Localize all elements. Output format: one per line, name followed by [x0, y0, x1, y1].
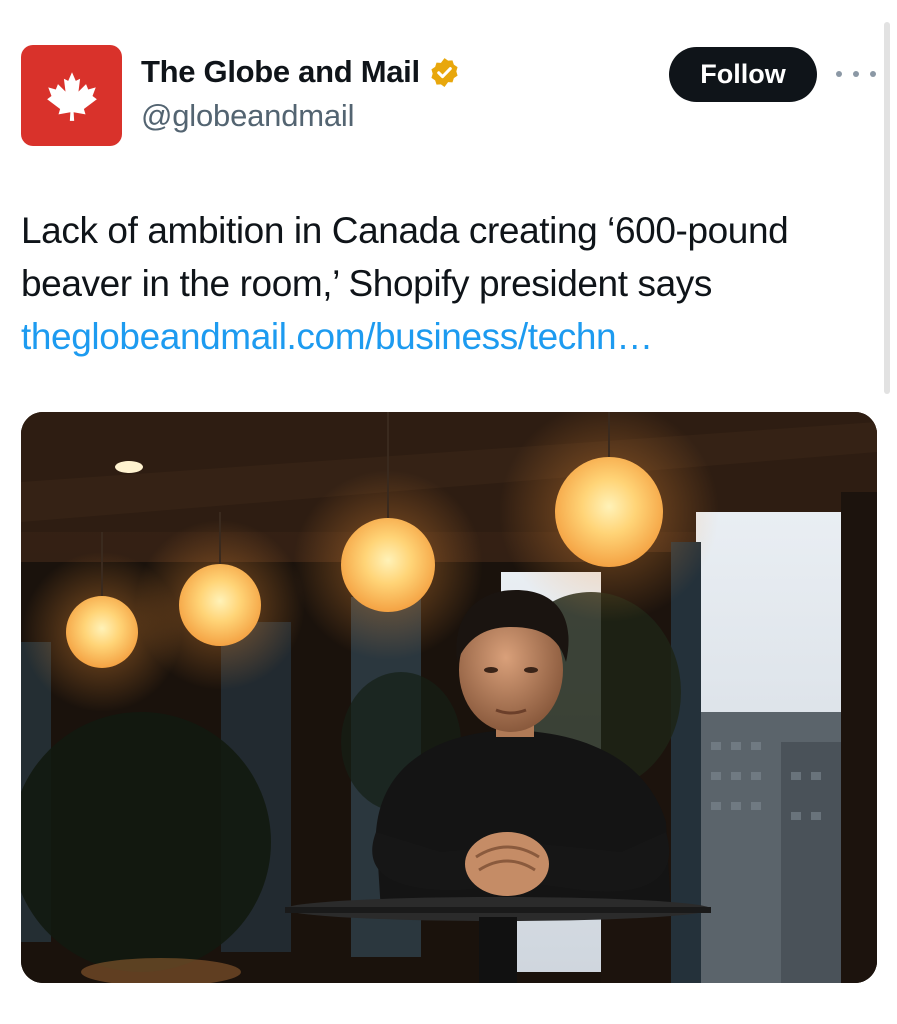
more-dot — [853, 71, 859, 77]
tweet-body: Lack of ambition in Canada creating ‘600… — [21, 204, 877, 363]
more-dot — [870, 71, 876, 77]
tweet-link[interactable]: theglobeandmail.com/business/techn… — [21, 310, 877, 363]
follow-button[interactable]: Follow — [669, 47, 817, 102]
maple-leaf-icon — [46, 71, 97, 121]
author-display-name[interactable]: The Globe and Mail — [141, 54, 420, 90]
author-name-row[interactable]: The Globe and Mail — [141, 54, 461, 90]
tweet-text: Lack of ambition in Canada creating ‘600… — [21, 210, 789, 304]
tweet-media-photo[interactable] — [21, 412, 877, 983]
author-handle[interactable]: @globeandmail — [141, 98, 354, 134]
photo-illustration — [21, 412, 877, 983]
more-dot — [836, 71, 842, 77]
scrollbar[interactable] — [884, 22, 890, 394]
verified-badge-icon[interactable] — [428, 56, 461, 89]
account-avatar[interactable] — [21, 45, 122, 146]
more-options-icon[interactable] — [836, 62, 876, 86]
